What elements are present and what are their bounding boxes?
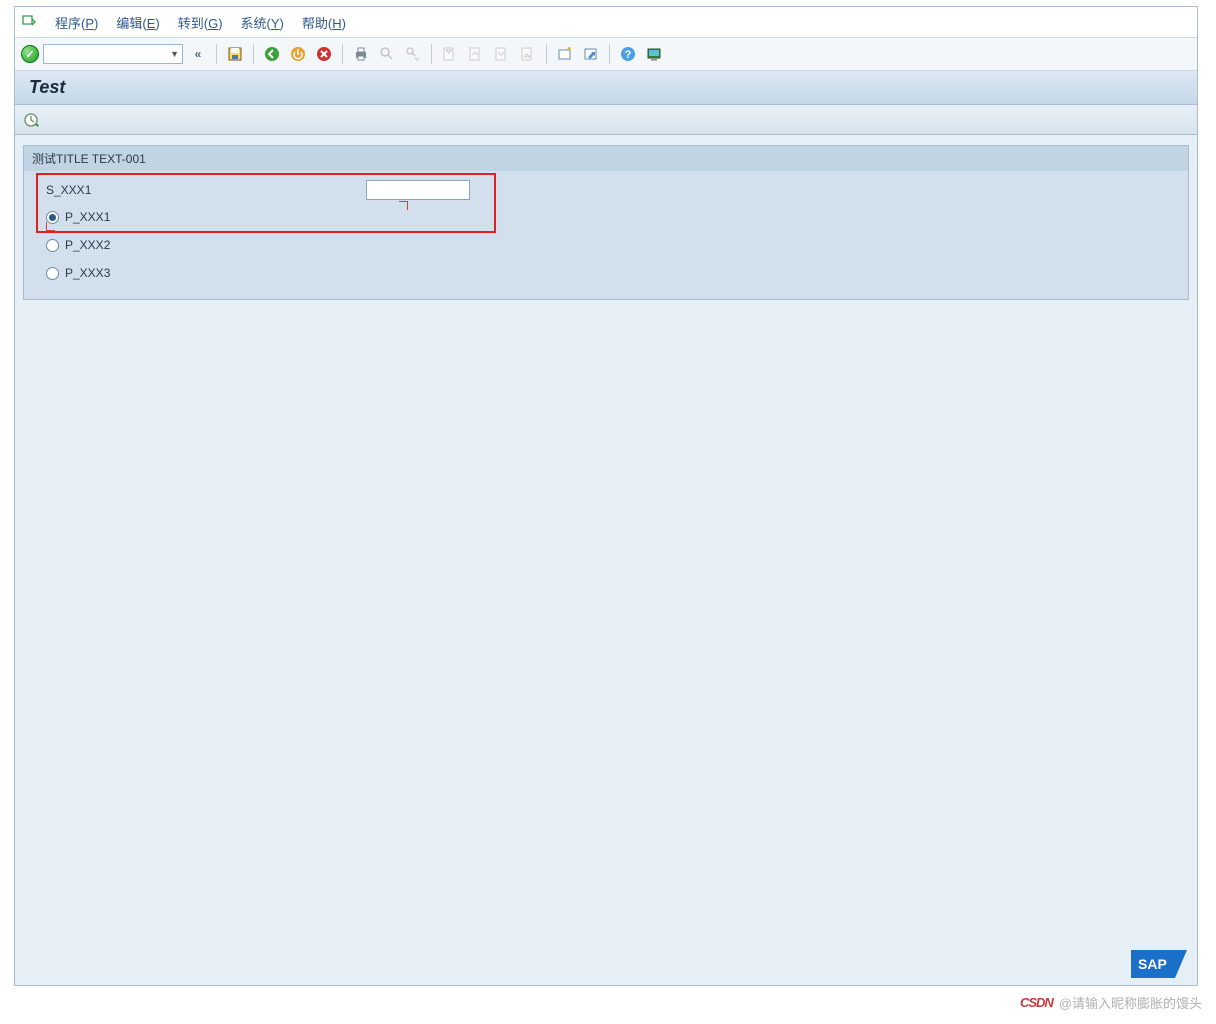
first-page-button[interactable] [439, 43, 461, 65]
execute-icon[interactable] [23, 111, 41, 129]
menu-help[interactable]: 帮助(H) [302, 13, 346, 32]
dropdown-arrow-icon[interactable]: ▼ [170, 49, 179, 59]
page-title: Test [29, 77, 65, 98]
exit-button[interactable] [287, 43, 309, 65]
menu-program[interactable]: 程序(P) [55, 13, 98, 32]
prev-page-button[interactable] [465, 43, 487, 65]
last-page-button[interactable] [517, 43, 539, 65]
field-input-sxxx1[interactable] [366, 180, 470, 200]
watermark: CSDN @请输入昵称膨胀的馒头 [1020, 993, 1202, 1012]
sap-logo: SAP [1131, 950, 1187, 981]
radio-label: P_XXX1 [65, 210, 110, 224]
help-button[interactable]: ? [617, 43, 639, 65]
titlebar: Test [15, 71, 1197, 105]
shortcut-button[interactable] [580, 43, 602, 65]
collapse-button[interactable]: « [187, 43, 209, 65]
print-button[interactable] [350, 43, 372, 65]
svg-text:?: ? [625, 49, 632, 61]
radio-button[interactable] [46, 267, 59, 280]
radio-row-pxxx2[interactable]: P_XXX2 [24, 231, 1188, 259]
toolbar-separator [253, 44, 254, 64]
app-toolbar [15, 105, 1197, 135]
find-button[interactable] [376, 43, 398, 65]
toolbar-separator [546, 44, 547, 64]
next-page-button[interactable] [491, 43, 513, 65]
new-session-button[interactable] [554, 43, 576, 65]
watermark-brand: CSDN [1020, 995, 1053, 1010]
content-area: 测试TITLE TEXT-001 S_XXX1 P_XXX1 P_XXX2 [15, 135, 1197, 985]
radio-button[interactable] [46, 211, 59, 224]
svg-text:SAP: SAP [1138, 956, 1167, 972]
radio-button[interactable] [46, 239, 59, 252]
radio-row-pxxx1[interactable]: P_XXX1 [24, 203, 1188, 231]
field-label: S_XXX1 [46, 183, 366, 197]
radio-row-pxxx3[interactable]: P_XXX3 [24, 259, 1188, 287]
toolbar-separator [342, 44, 343, 64]
selection-groupbox: 测试TITLE TEXT-001 S_XXX1 P_XXX1 P_XXX2 [23, 145, 1189, 300]
layout-button[interactable] [643, 43, 665, 65]
back-button[interactable] [261, 43, 283, 65]
watermark-text: @请输入昵称膨胀的馒头 [1059, 993, 1202, 1012]
menu-system[interactable]: 系统(Y) [241, 13, 284, 32]
field-row-sxxx1: S_XXX1 [24, 177, 1188, 203]
toolbar-separator [431, 44, 432, 64]
groupbox-title: 测试TITLE TEXT-001 [24, 146, 1188, 171]
save-button[interactable] [224, 43, 246, 65]
command-field[interactable]: ▼ [43, 44, 183, 64]
find-next-button[interactable] [402, 43, 424, 65]
toolbar-separator [609, 44, 610, 64]
toolbar-separator [216, 44, 217, 64]
menu-dropdown-icon[interactable] [21, 14, 37, 30]
menu-goto[interactable]: 转到(G) [178, 13, 223, 32]
enter-icon[interactable]: ✓ [21, 45, 39, 63]
radio-label: P_XXX3 [65, 266, 110, 280]
radio-label: P_XXX2 [65, 238, 110, 252]
toolbar: ✓ ▼ « [15, 37, 1197, 71]
menu-edit[interactable]: 编辑(E) [116, 13, 159, 32]
main-window: 程序(P) 编辑(E) 转到(G) 系统(Y) 帮助(H) ✓ ▼ « [14, 6, 1198, 986]
menubar: 程序(P) 编辑(E) 转到(G) 系统(Y) 帮助(H) [15, 7, 1197, 37]
cancel-button[interactable] [313, 43, 335, 65]
